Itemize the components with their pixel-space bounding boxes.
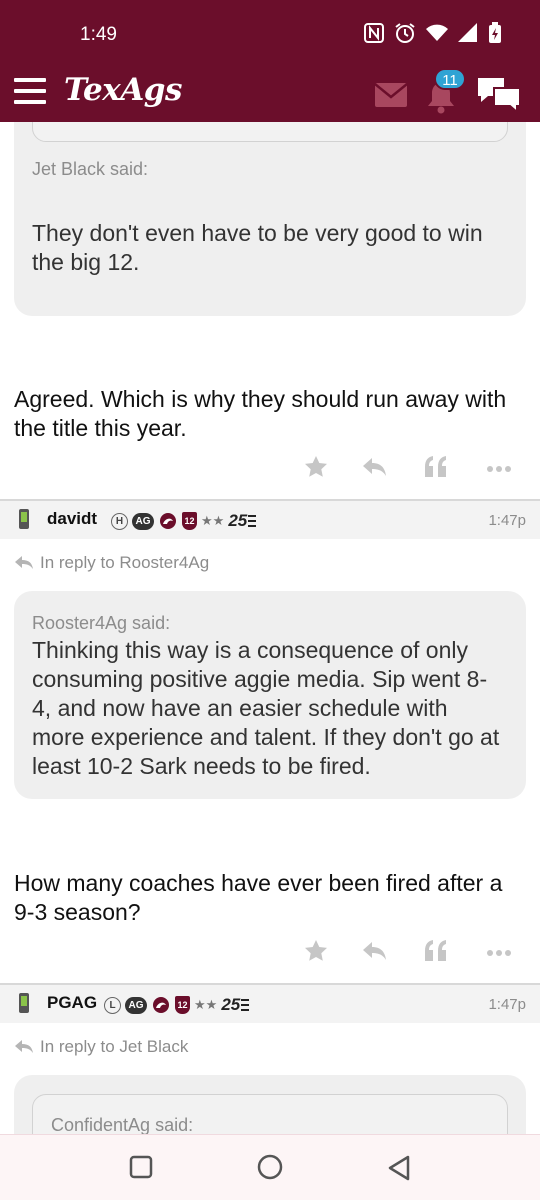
status-icons <box>364 22 502 44</box>
user-badges: L AG 12 ★★ 25 <box>104 995 250 1015</box>
years-badge-lines <box>241 999 250 1011</box>
alarm-icon <box>395 23 415 43</box>
app-bar: TexAgs 11 <box>0 66 540 122</box>
more-icon[interactable] <box>486 465 512 473</box>
reply-icon[interactable] <box>362 455 388 479</box>
stars-badge: ★★ <box>201 513 225 529</box>
mobile-phone-icon <box>19 509 29 529</box>
signal-icon <box>458 23 477 42</box>
star-icon[interactable] <box>304 455 328 479</box>
recents-button-icon[interactable] <box>129 1155 153 1179</box>
quote-attribution: Rooster4Ag said: <box>32 613 171 633</box>
post-header: PGAG L AG 12 ★★ 25 1:47p <box>0 985 540 1023</box>
quote-block: ConfidentAg said: <box>14 1075 526 1134</box>
username[interactable]: PGAG <box>47 993 97 1013</box>
reply-arrow-icon <box>15 556 33 569</box>
mail-icon[interactable] <box>374 82 408 108</box>
chat-icon[interactable] <box>476 74 522 114</box>
post-text: Agreed. Which is why they should run awa… <box>14 386 507 441</box>
post-time: 1:47p <box>488 996 526 1013</box>
letter-badge: H <box>111 512 128 530</box>
reply-to-text: In reply to Rooster4Ag <box>40 553 210 572</box>
quote-icon[interactable] <box>424 939 448 963</box>
quote-block: Rooster4Ag said: Thinking this way is a … <box>14 591 526 799</box>
home-button-icon[interactable] <box>257 1154 283 1180</box>
reply-to-link[interactable]: In reply to Jet Black <box>14 1037 188 1057</box>
reply-arrow-icon <box>15 1040 33 1053</box>
post-actions <box>300 939 526 969</box>
quote-text: They don't even have to be very good to … <box>32 220 483 275</box>
status-bar: 1:49 <box>0 0 540 66</box>
post-time: 1:47p <box>488 512 526 529</box>
user-badges: H AG 12 ★★ 25 <box>111 511 257 531</box>
quote-attribution: ConfidentAg said: <box>51 1115 194 1134</box>
star-icon[interactable] <box>304 939 328 963</box>
texags-logo[interactable]: TexAgs <box>64 72 182 108</box>
post-actions <box>300 455 526 485</box>
wifi-icon <box>426 24 448 41</box>
quote-attribution: Jet Black said: <box>32 159 149 179</box>
mascot-badge-icon <box>160 513 176 529</box>
letter-badge: L <box>104 996 121 1014</box>
big12-badge: 12 <box>175 996 190 1014</box>
system-nav-bar <box>0 1134 540 1200</box>
big12-badge: 12 <box>182 512 197 530</box>
reply-to-text: In reply to Jet Black <box>40 1037 189 1056</box>
nfc-icon <box>364 23 384 43</box>
years-badge: 25 <box>221 995 241 1014</box>
status-time: 1:49 <box>80 24 117 45</box>
post-text: How many coaches have ever been fired af… <box>14 870 503 925</box>
mobile-phone-icon <box>19 993 29 1013</box>
nested-quote <box>32 122 508 142</box>
years-badge: 25 <box>228 511 248 530</box>
quote-block: Jet Black said: They don't even have to … <box>14 122 526 316</box>
stars-badge: ★★ <box>194 997 218 1013</box>
ag-badge: AG <box>125 996 147 1014</box>
mascot-badge-icon <box>153 997 169 1013</box>
nested-quote: ConfidentAg said: <box>32 1094 508 1134</box>
ag-badge: AG <box>132 512 154 530</box>
username[interactable]: davidt <box>47 509 97 529</box>
post-header: davidt H AG 12 ★★ 25 1:47p <box>0 501 540 539</box>
back-button-icon[interactable] <box>387 1155 411 1181</box>
notification-badge[interactable]: 11 <box>434 68 466 90</box>
quote-text: Thinking this way is a consequence of on… <box>32 637 500 779</box>
reply-to-link[interactable]: In reply to Rooster4Ag <box>14 553 209 573</box>
menu-icon[interactable] <box>14 78 46 106</box>
quote-icon[interactable] <box>424 455 448 479</box>
years-badge-lines <box>248 515 257 527</box>
thread-content: Jet Black said: They don't even have to … <box>0 122 540 1134</box>
reply-icon[interactable] <box>362 939 388 963</box>
battery-icon <box>489 22 501 43</box>
more-icon[interactable] <box>486 949 512 957</box>
